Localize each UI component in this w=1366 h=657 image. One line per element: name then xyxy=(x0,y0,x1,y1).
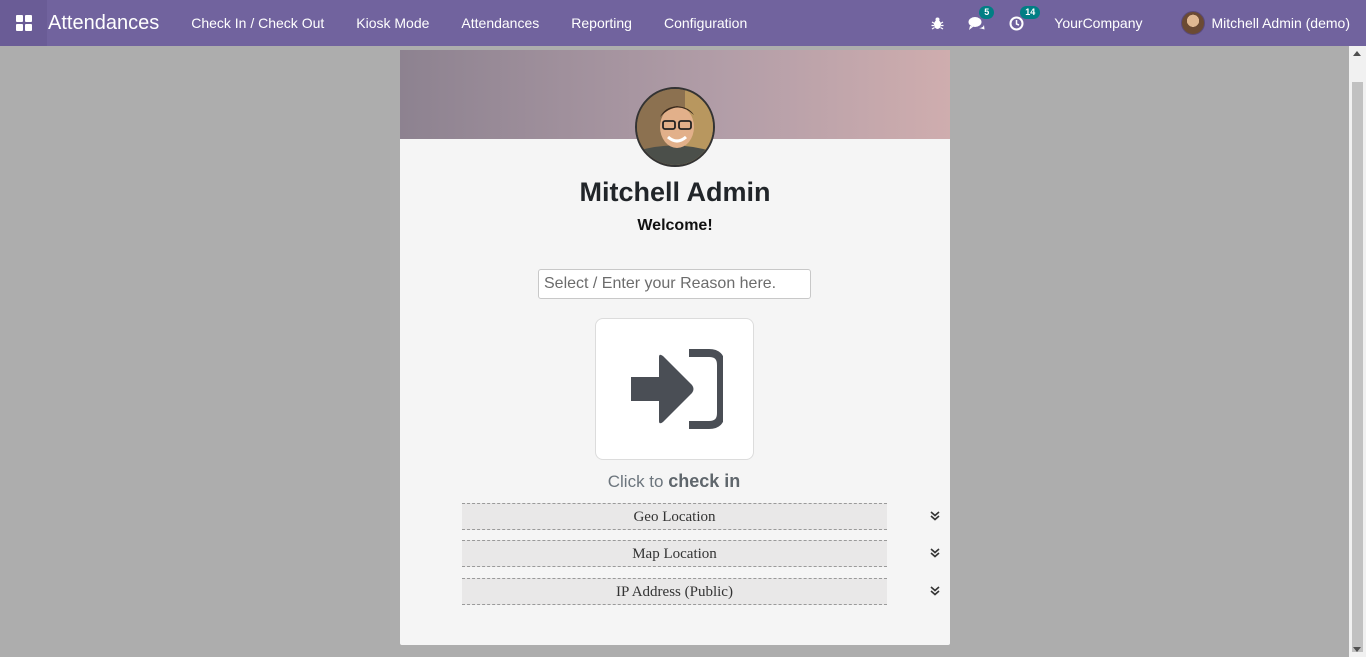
user-name: Mitchell Admin (demo) xyxy=(1211,15,1351,31)
scroll-thumb[interactable] xyxy=(1352,82,1363,652)
scroll-down-arrow-icon[interactable] xyxy=(1353,647,1361,652)
check-in-button[interactable] xyxy=(595,318,754,460)
grid-icon xyxy=(15,15,32,31)
menu-reporting[interactable]: Reporting xyxy=(555,0,648,46)
employee-name: Mitchell Admin xyxy=(579,177,771,207)
check-in-action: check in xyxy=(668,471,741,491)
check-in-instruction: Click to check in xyxy=(400,471,948,492)
menu-attendances[interactable]: Attendances xyxy=(445,0,555,46)
navbar-systray: 5 14 YourCompany Mitchell Admin (demo) xyxy=(931,0,1366,46)
user-avatar xyxy=(1180,11,1205,35)
sign-in-icon xyxy=(630,349,723,429)
chevron-double-down-icon[interactable] xyxy=(929,510,941,522)
messages-badge: 5 xyxy=(979,5,995,19)
map-location-section[interactable]: Map Location xyxy=(462,540,887,567)
chevron-double-down-icon[interactable] xyxy=(929,547,941,559)
attendance-card: Mitchell Admin Welcome! Click to check i… xyxy=(400,50,950,645)
reason-input[interactable] xyxy=(538,269,811,299)
employee-photo xyxy=(637,89,713,165)
activities-badge: 14 xyxy=(1020,5,1041,19)
menu-configuration[interactable]: Configuration xyxy=(648,0,763,46)
page-scrollbar[interactable] xyxy=(1349,46,1366,657)
chevron-double-down-icon[interactable] xyxy=(929,585,941,597)
scroll-up-arrow-icon[interactable] xyxy=(1353,51,1361,56)
company-switcher[interactable]: YourCompany xyxy=(1054,15,1142,31)
top-navbar: Attendances Check In / Check Out Kiosk M… xyxy=(0,0,1366,46)
menu-check-in-out[interactable]: Check In / Check Out xyxy=(175,0,340,46)
user-menu[interactable]: Mitchell Admin (demo) xyxy=(1180,11,1351,35)
employee-avatar xyxy=(635,87,715,167)
menu-kiosk-mode[interactable]: Kiosk Mode xyxy=(340,0,445,46)
bug-icon xyxy=(931,17,944,30)
welcome-message: Welcome! xyxy=(637,217,713,234)
ip-address-section[interactable]: IP Address (Public) xyxy=(462,578,887,605)
messages-button[interactable]: 5 xyxy=(968,5,995,31)
app-switcher-button[interactable] xyxy=(0,0,47,46)
activities-button[interactable]: 14 xyxy=(1009,5,1041,31)
app-title[interactable]: Attendances xyxy=(48,12,159,35)
check-in-prefix: Click to xyxy=(607,472,664,491)
debug-button[interactable] xyxy=(931,17,944,30)
geo-location-section[interactable]: Geo Location xyxy=(462,503,887,530)
